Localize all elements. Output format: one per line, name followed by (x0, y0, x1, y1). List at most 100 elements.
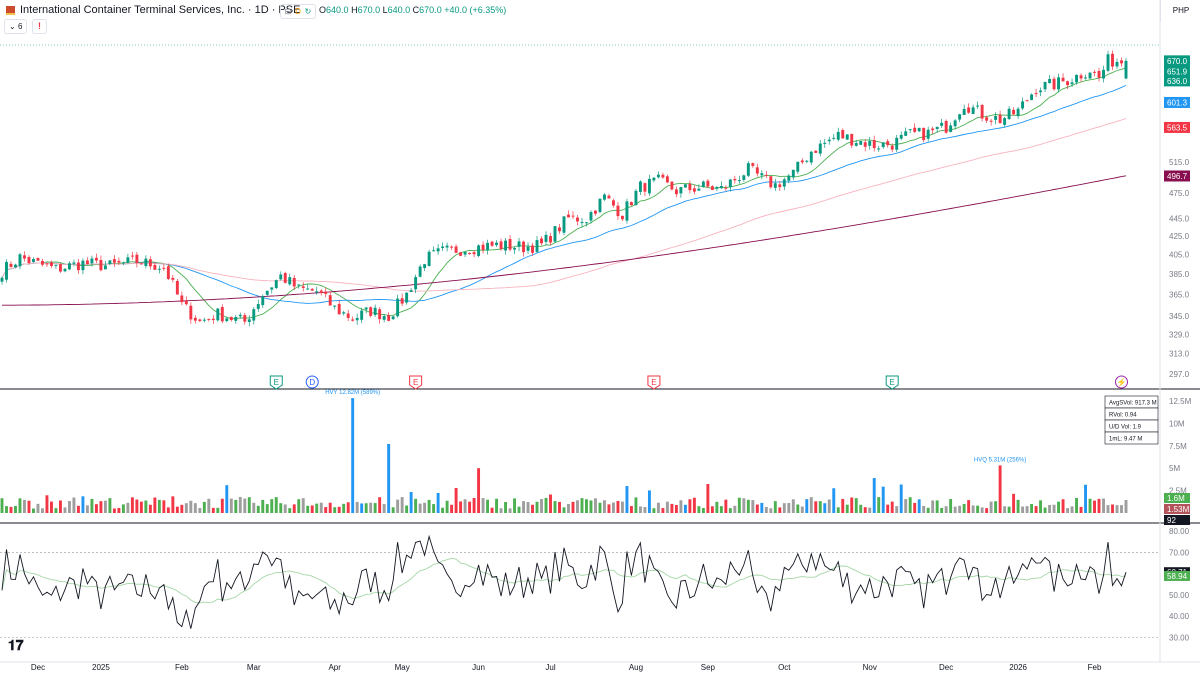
candle (1039, 87, 1043, 97)
volume-bar (1012, 493, 1016, 513)
candle (468, 252, 472, 255)
candle (121, 261, 125, 266)
candle-body (32, 259, 35, 262)
candle (409, 287, 413, 293)
volume-bar (652, 508, 656, 513)
candle (23, 251, 26, 262)
indicators-toggle[interactable]: ⌄ 6 (4, 19, 28, 34)
candle (171, 275, 175, 283)
candle-body (787, 175, 791, 181)
candle-body (247, 319, 251, 323)
candle-body (985, 117, 989, 121)
candle (432, 246, 436, 252)
candle-body (261, 296, 265, 306)
candle-body (859, 140, 863, 145)
price-tick-label: 345.0 (1169, 312, 1190, 321)
volume-bar (423, 502, 427, 513)
candle-body (594, 210, 597, 214)
candle-body (243, 315, 247, 322)
candle-body (162, 267, 166, 269)
candle (931, 126, 935, 135)
candle-body (202, 319, 206, 321)
candle-body (409, 290, 413, 292)
volume-bar (832, 488, 836, 513)
volume-bar (580, 498, 584, 513)
candle (180, 291, 184, 306)
price-label: 670.0 (1167, 57, 1188, 66)
symbol-title[interactable]: International Container Terminal Service… (20, 4, 300, 16)
volume-bar (944, 506, 948, 513)
volume-bar (193, 503, 197, 513)
volume-bar (207, 498, 211, 513)
candle-body (270, 287, 274, 290)
volume-bar (683, 504, 687, 513)
candle (76, 258, 80, 274)
candle-body (306, 288, 310, 290)
candle-body (881, 142, 885, 148)
candle-body (616, 205, 620, 217)
candle-body (580, 222, 584, 224)
candle-body (989, 120, 993, 122)
candle (126, 253, 130, 264)
candle-body (67, 263, 71, 270)
candle-body (940, 122, 944, 126)
volume-bar (625, 486, 629, 513)
volume-bar (499, 508, 503, 513)
volume-bar (1030, 503, 1034, 513)
price-tick-label: 365.0 (1169, 291, 1190, 300)
candle-body (400, 298, 404, 304)
candle (373, 304, 377, 317)
volume-bar (616, 500, 620, 513)
ma-long-line (2, 175, 1127, 306)
volume-bar (850, 497, 854, 513)
candle-body (346, 313, 350, 318)
volume-bar (472, 497, 476, 513)
candle (818, 140, 822, 157)
candle-body (1016, 108, 1020, 117)
candle (189, 302, 193, 324)
candle-body (585, 222, 588, 224)
currency-label[interactable]: PHP (1160, 0, 1200, 22)
candle (157, 265, 161, 274)
candle (701, 180, 705, 188)
volume-bar (211, 507, 215, 513)
volume-bar (787, 502, 791, 513)
candle (387, 312, 391, 322)
alert-icon[interactable]: ! (32, 19, 47, 34)
candle-body (612, 200, 615, 206)
candle-body (841, 130, 845, 139)
volume-bar (719, 506, 723, 513)
candle-body (396, 298, 400, 317)
candle-body (850, 133, 854, 146)
volume-bar (638, 506, 642, 513)
price-label: 496.7 (1167, 172, 1188, 181)
candle (1106, 50, 1110, 73)
volume-bar (306, 505, 310, 513)
candle (994, 112, 998, 125)
candle (778, 180, 782, 191)
candle (301, 282, 305, 292)
volume-bar (135, 499, 139, 513)
candle (148, 256, 152, 270)
philippines-flag-icon (6, 6, 15, 15)
candle-body (436, 248, 440, 252)
candle (490, 240, 494, 248)
candle (283, 271, 287, 284)
candle (881, 142, 885, 149)
refresh-icon[interactable]: ↻ (303, 5, 313, 18)
candle-body (845, 134, 849, 140)
legend-controls[interactable]: ⊟ D ↻ (280, 4, 316, 19)
volume-bar (454, 487, 458, 513)
candle (486, 239, 490, 255)
candle-body (441, 246, 445, 249)
collapse-icon[interactable]: ⊟ (283, 5, 293, 18)
volume-bar (665, 501, 669, 513)
candle-body (225, 318, 229, 322)
price-chart-canvas[interactable]: 297.0 313.0 329.0 345.0 365.0 385.0 405.0 425.0… (0, 0, 1200, 675)
delay-badge[interactable]: D (293, 5, 303, 18)
volume-bar (198, 507, 202, 513)
candle (319, 289, 323, 296)
volume-bar (0, 498, 4, 513)
volume-bar (72, 497, 76, 513)
candle (220, 304, 224, 324)
